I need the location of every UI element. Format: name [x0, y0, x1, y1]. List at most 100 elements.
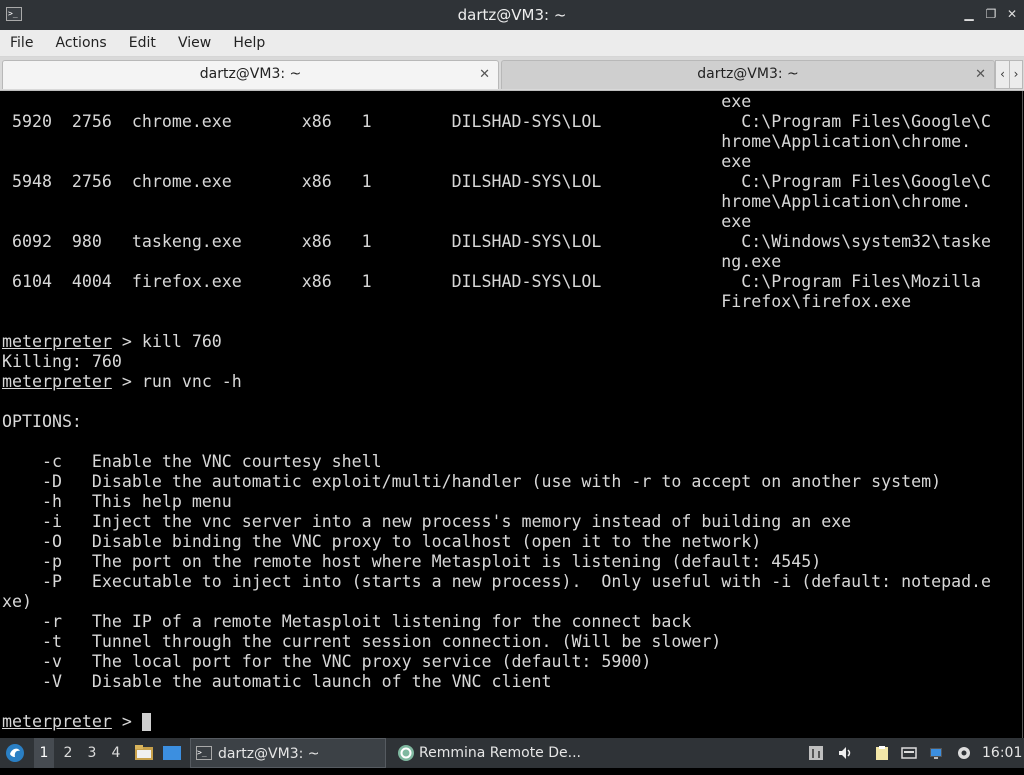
terminal-line: exe — [2, 152, 751, 172]
menu-actions[interactable]: Actions — [56, 30, 115, 56]
terminal-line: -v The local port for the VNC proxy serv… — [2, 652, 651, 672]
terminal-line: -D Disable the automatic exploit/multi/h… — [2, 472, 941, 492]
tab-close-icon[interactable]: ✕ — [479, 61, 490, 88]
workspace-3[interactable]: 3 — [82, 738, 102, 768]
terminal-line: -p The port on the remote host where Met… — [2, 552, 821, 572]
tab-label: dartz@VM3: ~ — [199, 66, 302, 82]
terminal-line-text: Killing: 760 — [2, 352, 122, 371]
tab-label: dartz@VM3: ~ — [697, 66, 799, 82]
tab-terminal-1[interactable]: dartz@VM3: ~ ✕ — [2, 60, 499, 89]
close-icon[interactable]: ✕ — [1005, 7, 1019, 21]
terminal-line-text: 6104 4004 firefox.exe x86 1 DILSHAD-SYS\… — [2, 272, 982, 291]
terminal-output[interactable]: exe 5920 2756 chrome.exe x86 1 DILSHAD-S… — [0, 91, 1023, 738]
terminal-line: hrome\Application\chrome. — [2, 132, 971, 152]
menu-file[interactable]: File — [10, 30, 41, 56]
terminal-line-text: -i Inject the vnc server into a new proc… — [2, 512, 852, 531]
file-manager-icon[interactable] — [134, 738, 154, 768]
meterpreter-prompt: meterpreter — [2, 712, 112, 731]
show-desktop-icon[interactable] — [162, 738, 184, 768]
terminal-line-text: -c Enable the VNC courtesy shell — [2, 452, 382, 471]
meterpreter-prompt: meterpreter — [2, 372, 112, 391]
window-title: dartz@VM3: ~ — [457, 6, 567, 24]
terminal-line: meterpreter > run vnc -h — [2, 372, 242, 392]
minimize-icon[interactable]: ▁ — [962, 7, 976, 21]
terminal-line: meterpreter > — [2, 712, 142, 732]
terminal-line: hrome\Application\chrome. — [2, 192, 971, 212]
workspace-4[interactable]: 4 — [106, 738, 126, 768]
terminal-line: OPTIONS: — [2, 412, 82, 432]
terminal-line: exe — [2, 212, 751, 232]
terminal-line: Firefox\firefox.exe — [2, 292, 911, 312]
terminal-line: xe) — [2, 592, 32, 612]
remmina-icon — [398, 745, 414, 761]
maximize-icon[interactable]: ❐ — [984, 7, 998, 21]
clipboard-icon[interactable] — [874, 745, 890, 761]
terminal-line-text: -D Disable the automatic exploit/multi/h… — [2, 472, 942, 491]
terminal-line-text: -r The IP of a remote Metasploit listeni… — [2, 612, 692, 631]
terminal-line-text: 5920 2756 chrome.exe x86 1 DILSHAD-SYS\L… — [2, 112, 992, 131]
keyboard-icon[interactable] — [901, 745, 917, 761]
terminal-line: meterpreter > kill 760 — [2, 332, 222, 352]
terminal-line: -i Inject the vnc server into a new proc… — [2, 512, 851, 532]
terminal-line: 5948 2756 chrome.exe x86 1 DILSHAD-SYS\L… — [2, 172, 991, 192]
terminal-line-text: -P Executable to inject into (starts a n… — [2, 572, 992, 591]
volume-mixer-icon[interactable] — [808, 745, 824, 761]
terminal-line: Killing: 760 — [2, 352, 122, 372]
menu-help[interactable]: Help — [233, 30, 273, 56]
terminal-line: -t Tunnel through the current session co… — [2, 632, 721, 652]
workspace-2[interactable]: 2 — [58, 738, 78, 768]
terminal-line-text: hrome\Application\chrome. — [2, 192, 972, 211]
terminal-line-text: -p The port on the remote host where Met… — [2, 552, 822, 571]
terminal-line: exe — [2, 92, 751, 112]
task-terminal[interactable]: >_ dartz@VM3: ~ — [190, 738, 386, 768]
terminal-line-text: -v The local port for the VNC proxy serv… — [2, 652, 652, 671]
terminal-line-text: exe — [2, 152, 752, 171]
meterpreter-prompt: meterpreter — [2, 332, 112, 351]
terminal-line: -P Executable to inject into (starts a n… — [2, 572, 991, 592]
tab-scroll-left-icon[interactable]: ‹ — [995, 60, 1010, 89]
tab-scroll-right-icon[interactable]: › — [1009, 60, 1023, 89]
terminal-line: ng.exe — [2, 252, 781, 272]
clock: 16:01 — [982, 745, 1023, 761]
lxqt-start-icon[interactable] — [4, 738, 28, 768]
network-icon[interactable] — [928, 745, 944, 761]
tab-close-icon[interactable]: ✕ — [975, 61, 986, 88]
task-label: dartz@VM3: ~ — [218, 746, 320, 762]
tab-terminal-2[interactable]: dartz@VM3: ~ ✕ — [501, 60, 995, 89]
window-titlebar[interactable]: >_ dartz@VM3: ~ ▁ ❐ ✕ — [0, 0, 1024, 30]
terminal-line: -V Disable the automatic launch of the V… — [2, 672, 552, 692]
terminal-line: -r The IP of a remote Metasploit listeni… — [2, 612, 691, 632]
task-label: Remmina Remote De... — [419, 745, 581, 761]
terminal-line: 6092 980 taskeng.exe x86 1 DILSHAD-SYS\L… — [2, 232, 991, 252]
terminal-line-text: ng.exe — [2, 252, 782, 271]
terminal-line-text: xe) — [2, 592, 32, 611]
terminal-line-text: OPTIONS: — [2, 412, 82, 431]
settings-icon[interactable] — [956, 745, 972, 761]
terminal-line: 5920 2756 chrome.exe x86 1 DILSHAD-SYS\L… — [2, 112, 991, 132]
terminal-line-text: 5948 2756 chrome.exe x86 1 DILSHAD-SYS\L… — [2, 172, 992, 191]
terminal-line-text: > kill 760 — [111, 332, 222, 351]
terminal-line-text: hrome\Application\chrome. — [2, 132, 972, 151]
task-remmina[interactable]: Remmina Remote De... — [392, 738, 588, 768]
terminal-line-text: -h This help menu — [2, 492, 232, 511]
text-cursor — [142, 713, 151, 731]
terminal-icon: >_ — [196, 746, 212, 760]
terminal-line-text: > run vnc -h — [111, 372, 242, 391]
terminal-line: 6104 4004 firefox.exe x86 1 DILSHAD-SYS\… — [2, 272, 981, 292]
terminal-line-text: -t Tunnel through the current session co… — [2, 632, 722, 651]
menu-bar: File Actions Edit View Help — [0, 30, 1024, 57]
menu-view[interactable]: View — [178, 30, 219, 56]
terminal-line: -h This help menu — [2, 492, 232, 512]
menu-edit[interactable]: Edit — [129, 30, 164, 56]
taskbar: 1 2 3 4 >_ dartz@VM3: ~ Remmina Remote D… — [0, 738, 1024, 768]
terminal-line-text: -V Disable the automatic launch of the V… — [2, 672, 552, 691]
terminal-line-text: exe — [2, 92, 752, 111]
speaker-icon[interactable] — [837, 745, 853, 761]
terminal-line-text: > — [111, 712, 142, 731]
terminal-line: -O Disable binding the VNC proxy to loca… — [2, 532, 761, 552]
terminal-line: -c Enable the VNC courtesy shell — [2, 452, 382, 472]
terminal-line-text: 6092 980 taskeng.exe x86 1 DILSHAD-SYS\L… — [2, 232, 992, 251]
terminal-line-text: Firefox\firefox.exe — [2, 292, 912, 311]
workspace-1[interactable]: 1 — [34, 738, 54, 768]
terminal-line-text: -O Disable binding the VNC proxy to loca… — [2, 532, 762, 551]
